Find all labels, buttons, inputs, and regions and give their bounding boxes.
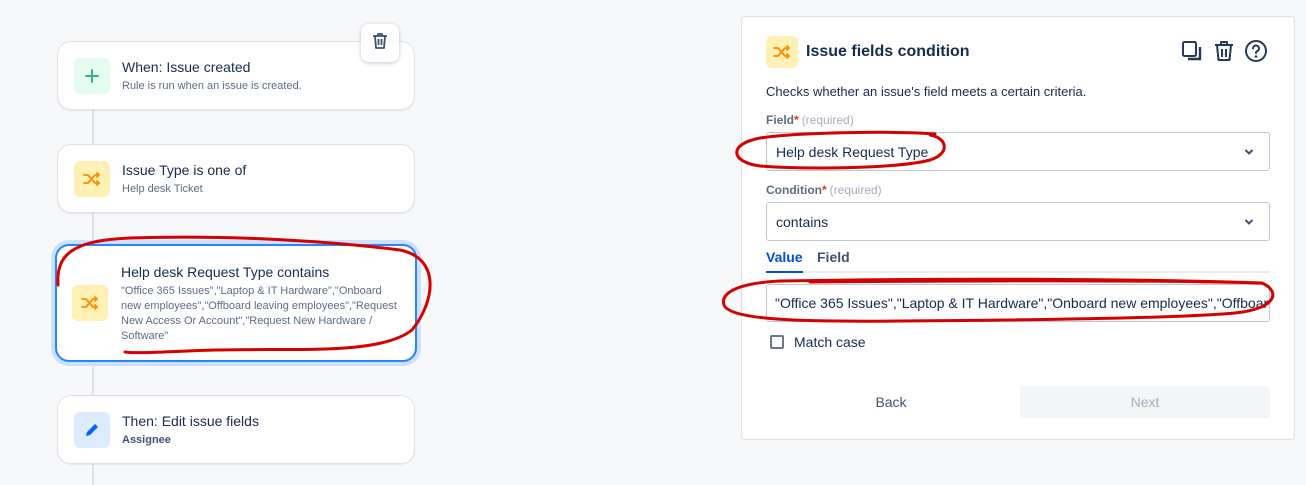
issue-type-subtitle: Help desk Ticket	[122, 182, 203, 195]
shuffle-icon	[72, 285, 108, 321]
panel-title: Issue fields condition	[806, 43, 970, 60]
tab-field[interactable]: Field	[817, 249, 850, 265]
plus-icon	[74, 57, 110, 94]
issue-type-condition-card[interactable]: Issue Type is one of Help desk Ticket	[57, 144, 415, 213]
required-mark: *	[821, 183, 827, 197]
chevron-down-icon	[1243, 145, 1255, 161]
request-type-condition-card[interactable]: Help desk Request Type contains "Office …	[55, 244, 417, 362]
condition-config-panel: Issue fields condition Checks whether an…	[741, 16, 1295, 440]
field-select-value: Help desk Request Type	[776, 143, 929, 160]
condition-label-text: Condition	[766, 183, 822, 197]
condition-subtitle: "Office 365 Issues","Laptop & IT Hardwar…	[121, 284, 397, 342]
back-button[interactable]: Back	[766, 386, 1016, 418]
field-label: Field* (required)	[766, 113, 854, 127]
panel-description: Checks whether an issue's field meets a …	[766, 84, 1087, 99]
required-text: (required)	[801, 113, 854, 127]
help-icon[interactable]	[1244, 39, 1268, 63]
condition-label: Condition* (required)	[766, 183, 882, 197]
condition-select-value: contains	[776, 213, 829, 230]
pencil-icon	[74, 411, 110, 448]
trigger-title: When: Issue created	[122, 58, 251, 75]
next-button[interactable]: Next	[1020, 386, 1270, 418]
value-field-tabs: Value Field	[766, 249, 1270, 273]
copy-icon[interactable]	[1180, 39, 1204, 63]
field-label-text: Field	[766, 113, 795, 127]
required-text: (required)	[829, 183, 882, 197]
match-case-row[interactable]: Match case	[770, 334, 866, 350]
trash-icon	[372, 32, 388, 55]
match-case-label: Match case	[794, 334, 866, 350]
condition-select[interactable]: contains	[766, 202, 1270, 241]
delete-component-button[interactable]	[361, 24, 399, 62]
shuffle-icon	[74, 160, 110, 197]
issue-type-title: Issue Type is one of	[122, 161, 247, 178]
field-select[interactable]: Help desk Request Type	[766, 132, 1270, 171]
tab-value[interactable]: Value	[766, 249, 803, 273]
action-title: Then: Edit issue fields	[122, 412, 259, 429]
action-subtitle: Assignee	[122, 433, 171, 446]
trigger-subtitle: Rule is run when an issue is created.	[122, 79, 302, 92]
edit-issue-action-card[interactable]: Then: Edit issue fields Assignee	[57, 395, 415, 464]
chevron-down-icon	[1243, 215, 1255, 231]
panel-header: Issue fields condition	[766, 35, 970, 69]
trash-icon[interactable]	[1212, 39, 1236, 63]
match-case-checkbox[interactable]	[770, 335, 784, 349]
required-mark: *	[794, 113, 799, 127]
value-input[interactable]: "Office 365 Issues","Laptop & IT Hardwar…	[766, 284, 1270, 322]
shuffle-icon	[766, 36, 798, 68]
panel-header-actions	[1180, 39, 1268, 63]
condition-title: Help desk Request Type contains	[121, 263, 330, 280]
